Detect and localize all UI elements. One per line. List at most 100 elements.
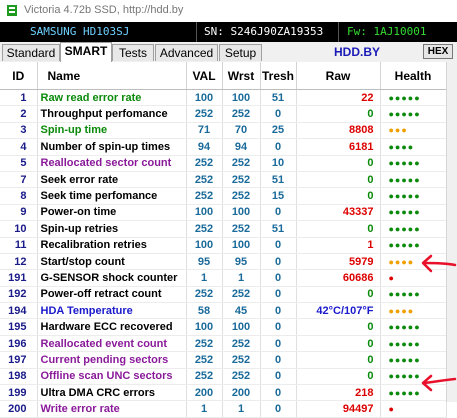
- table-row[interactable]: 7 Seek error rate 252 252 51 0 ●●●●●: [0, 171, 447, 189]
- cell-name: Offline scan UNC sectors: [37, 368, 187, 386]
- cell-val: 200: [186, 384, 223, 402]
- table-row[interactable]: 4 Number of spin-up times 94 94 0 6181 ●●●●: [0, 138, 447, 156]
- cell-tresh: 0: [260, 351, 297, 369]
- table-row[interactable]: 5 Reallocated sector count 252 252 10 0 ●●●●●: [0, 155, 447, 172]
- cell-raw: 22: [296, 89, 381, 107]
- table-row[interactable]: 3 Spin-up time 71 70 25 8808 ●●●: [0, 122, 447, 140]
- table-row[interactable]: 10 Spin-up retries 252 252 51 0 ●●●●●: [0, 220, 447, 238]
- cell-val: 1: [186, 269, 223, 287]
- cell-name: Seek time perfomance: [37, 187, 187, 205]
- tab-setup[interactable]: Setup: [219, 44, 262, 61]
- cell-name: Raw read error rate: [37, 89, 187, 107]
- table-row[interactable]: 1 Raw read error rate 100 100 51 22 ●●●●●: [0, 89, 447, 107]
- column-header-name[interactable]: Name: [37, 62, 187, 90]
- cell-tresh: 0: [260, 269, 297, 287]
- cell-id: 191: [0, 269, 38, 287]
- cell-val: 252: [186, 335, 223, 353]
- cell-tresh: 25: [260, 122, 297, 140]
- cell-health: ●: [380, 400, 447, 418]
- table-row[interactable]: 195 Hardware ECC recovered 100 100 0 0 ●●●●●: [0, 318, 447, 336]
- tab-advanced[interactable]: Advanced: [155, 44, 218, 61]
- table-row[interactable]: 9 Power-on time 100 100 0 43337 ●●●●●: [0, 204, 447, 222]
- cell-wrst: 100: [222, 237, 261, 254]
- app-icon: [7, 5, 17, 16]
- cell-wrst: 252: [222, 155, 261, 172]
- cell-raw: 0: [296, 335, 381, 353]
- cell-id: 200: [0, 400, 38, 418]
- cell-val: 252: [186, 220, 223, 238]
- vertical-scrollbar[interactable]: [446, 62, 457, 402]
- cell-wrst: 45: [222, 302, 261, 320]
- column-header-val[interactable]: VAL: [186, 62, 223, 90]
- cell-id: 198: [0, 368, 38, 386]
- window-title: Victoria 4.72b SSD, http://hdd.by: [24, 4, 184, 16]
- cell-health: ●●●●●: [380, 105, 447, 123]
- table-row[interactable]: 199 Ultra DMA CRC errors 200 200 0 218 ●●●●●: [0, 384, 447, 402]
- drive-firmware: Fw: 1AJ10001: [347, 25, 427, 38]
- hdd-by-link[interactable]: HDD.BY: [334, 45, 380, 59]
- tab-smart[interactable]: SMART: [60, 42, 112, 63]
- table-row[interactable]: 12 Start/stop count 95 95 0 5979 ●●●●: [0, 253, 447, 271]
- cell-id: 5: [0, 155, 38, 172]
- cell-health: ●●●●●: [380, 220, 447, 238]
- cell-id: 197: [0, 351, 38, 369]
- table-row[interactable]: 2 Throughput perfomance 252 252 0 0 ●●●●●: [0, 105, 447, 123]
- cell-tresh: 10: [260, 155, 297, 172]
- cell-val: 100: [186, 237, 223, 254]
- cell-wrst: 94: [222, 138, 261, 156]
- hex-button[interactable]: HEX: [423, 44, 453, 59]
- cell-name: Reallocated event count: [37, 335, 187, 353]
- cell-wrst: 100: [222, 204, 261, 222]
- tab-standard[interactable]: Standard: [2, 44, 60, 61]
- table-row[interactable]: 197 Current pending sectors 252 252 0 0 ●●●●●: [0, 351, 447, 369]
- table-row[interactable]: 8 Seek time perfomance 252 252 15 0 ●●●●●: [0, 187, 447, 205]
- cell-raw: 42°C/107°F: [296, 302, 381, 320]
- tab-tests[interactable]: Tests: [112, 44, 154, 61]
- cell-wrst: 95: [222, 253, 261, 271]
- cell-tresh: 0: [260, 204, 297, 222]
- cell-tresh: 0: [260, 318, 297, 336]
- tab-bar: Standard SMART Tests Advanced Setup HDD.…: [0, 42, 457, 63]
- cell-val: 94: [186, 138, 223, 156]
- cell-raw: 60686: [296, 269, 381, 287]
- cell-health: ●●●●●: [380, 237, 447, 254]
- table-row[interactable]: 192 Power-off retract count 252 252 0 0 ●●●●●: [0, 286, 447, 304]
- cell-wrst: 252: [222, 187, 261, 205]
- table-row[interactable]: 191 G-SENSOR shock counter 1 1 0 60686 ●: [0, 269, 447, 287]
- cell-id: 12: [0, 253, 38, 271]
- red-arrow-icon: [421, 374, 457, 392]
- cell-name: Spin-up time: [37, 122, 187, 140]
- column-header-wrst[interactable]: Wrst: [222, 62, 261, 90]
- cell-val: 252: [186, 351, 223, 369]
- info-divider: [338, 22, 339, 42]
- column-header-raw[interactable]: Raw: [296, 62, 381, 90]
- cell-id: 11: [0, 237, 38, 254]
- table-row[interactable]: 194 HDA Temperature 58 45 0 42°C/107°F ●●●●: [0, 302, 447, 320]
- cell-tresh: 0: [260, 302, 297, 320]
- column-header-health[interactable]: Health: [380, 62, 447, 90]
- cell-val: 252: [186, 286, 223, 304]
- cell-id: 195: [0, 318, 38, 336]
- cell-raw: 0: [296, 318, 381, 336]
- table-row[interactable]: 198 Offline scan UNC sectors 252 252 0 0 ●●●●●: [0, 368, 447, 386]
- column-header-tresh[interactable]: Tresh: [260, 62, 297, 90]
- column-header-id[interactable]: ID: [0, 62, 38, 90]
- cell-raw: 0: [296, 220, 381, 238]
- cell-raw: 0: [296, 105, 381, 123]
- table-row[interactable]: 196 Reallocated event count 252 252 0 0 ●●●●●: [0, 335, 447, 353]
- title-bar: Victoria 4.72b SSD, http://hdd.by: [0, 0, 457, 23]
- cell-health: ●●●●●: [380, 351, 447, 369]
- cell-name: Write error rate: [37, 400, 187, 418]
- cell-name: Number of spin-up times: [37, 138, 187, 156]
- cell-health: ●●●●: [380, 138, 447, 156]
- cell-raw: 6181: [296, 138, 381, 156]
- cell-val: 252: [186, 155, 223, 172]
- table-row[interactable]: 200 Write error rate 1 1 0 94497 ●: [0, 400, 447, 418]
- cell-tresh: 0: [260, 138, 297, 156]
- cell-tresh: 15: [260, 187, 297, 205]
- cell-wrst: 252: [222, 335, 261, 353]
- cell-tresh: 0: [260, 400, 297, 418]
- cell-val: 252: [186, 105, 223, 123]
- cell-name: G-SENSOR shock counter: [37, 269, 187, 287]
- table-row[interactable]: 11 Recalibration retries 100 100 0 1 ●●●●●: [0, 237, 447, 254]
